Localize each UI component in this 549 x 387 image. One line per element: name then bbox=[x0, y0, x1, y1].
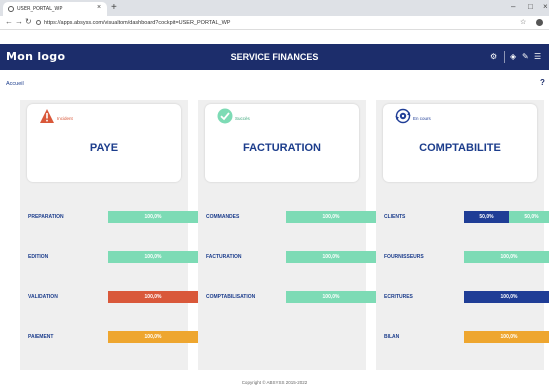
progress-segment: 100,0% bbox=[464, 291, 549, 303]
progress-row[interactable]: BILAN 100,0% bbox=[384, 330, 549, 344]
status-label: En cours bbox=[413, 116, 431, 121]
help-icon[interactable]: ? bbox=[540, 78, 545, 87]
status-label: Succès bbox=[235, 116, 250, 121]
progress-bar[interactable]: 100,0% bbox=[108, 211, 198, 223]
progress-segment: 100,0% bbox=[108, 331, 198, 343]
profile-icon[interactable] bbox=[536, 19, 543, 26]
reload-icon[interactable]: ↻ bbox=[25, 17, 32, 26]
progress-row-label: CLIENTS bbox=[384, 214, 406, 220]
bookmark-star-icon[interactable]: ☆ bbox=[520, 18, 526, 26]
url-input[interactable]: https://apps.absyss.com/visualtom/dashbo… bbox=[36, 18, 532, 28]
maximize-icon[interactable]: □ bbox=[528, 2, 533, 11]
url-text: https://apps.absyss.com/visualtom/dashbo… bbox=[44, 20, 231, 26]
progress-row[interactable]: FACTURATION 100,0% bbox=[206, 250, 376, 264]
tag-icon[interactable]: ◈ bbox=[510, 52, 516, 61]
close-window-icon[interactable]: × bbox=[543, 2, 548, 11]
new-tab-icon[interactable]: + bbox=[111, 2, 117, 13]
app-header: Mon logo SERVICE FINANCES ⚙ ◈ ✎ ☰ bbox=[0, 44, 549, 70]
progress-row-label: ECRITURES bbox=[384, 294, 413, 300]
progress-row[interactable]: COMMANDES 100,0% bbox=[206, 210, 376, 224]
progress-row-label: PREPARATION bbox=[28, 214, 64, 220]
minimize-icon[interactable]: – bbox=[511, 2, 515, 11]
forward-icon[interactable]: → bbox=[15, 17, 23, 26]
progress-bar[interactable]: 100,0% bbox=[286, 291, 376, 303]
breadcrumb[interactable]: Accueil bbox=[6, 81, 24, 87]
progress-bar[interactable]: 100,0% bbox=[286, 251, 376, 263]
browser-tab-bar: USER_PORTAL_WP × + – □ × bbox=[0, 0, 549, 16]
progress-bar[interactable]: 100,0% bbox=[286, 211, 376, 223]
panel-title: COMPTABILITE bbox=[419, 142, 501, 154]
progress-bar[interactable]: 100,0% bbox=[464, 291, 549, 303]
site-info-icon[interactable] bbox=[36, 20, 41, 26]
progress-segment: 100,0% bbox=[286, 291, 376, 303]
progress-bar[interactable]: 100,0% bbox=[108, 251, 198, 263]
progress-segment: 100,0% bbox=[286, 251, 376, 263]
progress-row-label: FACTURATION bbox=[206, 254, 242, 260]
progress-row-label: COMMANDES bbox=[206, 214, 240, 220]
sync-gear-icon bbox=[395, 108, 411, 124]
progress-bar[interactable]: 50,0% 50,0% bbox=[464, 211, 549, 223]
progress-segment: 100,0% bbox=[108, 211, 198, 223]
progress-bar[interactable]: 100,0% bbox=[464, 331, 549, 343]
progress-row[interactable]: VALIDATION 100,0% bbox=[28, 290, 198, 304]
progress-row-label: BILAN bbox=[384, 334, 400, 340]
panel-paye: Incident PAYE PREPARATION 100,0% EDITION 10… bbox=[20, 100, 198, 370]
settings-gear-icon[interactable]: ⚙ bbox=[490, 52, 497, 61]
progress-segment: 50,0% bbox=[509, 211, 549, 223]
progress-row-label: COMPTABILISATION bbox=[206, 294, 256, 300]
address-bar: ← → ↻ https://apps.absyss.com/visualtom/… bbox=[0, 16, 549, 30]
warning-triangle-icon bbox=[40, 109, 54, 123]
progress-row-label: VALIDATION bbox=[28, 294, 58, 300]
panel-title: PAYE bbox=[89, 142, 119, 154]
browser-tab[interactable]: USER_PORTAL_WP × bbox=[3, 2, 107, 16]
progress-row-label: FOURNISSEURS bbox=[384, 254, 424, 260]
progress-segment: 100,0% bbox=[286, 211, 376, 223]
panel-comptabilite: En cours COMPTABILITE CLIENTS 50,0% 50,0% F… bbox=[376, 100, 549, 370]
back-icon[interactable]: ← bbox=[5, 17, 13, 26]
tab-title: USER_PORTAL_WP bbox=[17, 6, 63, 12]
progress-row[interactable]: FOURNISSEURS 100,0% bbox=[384, 250, 549, 264]
progress-row[interactable]: CLIENTS 50,0% 50,0% bbox=[384, 210, 549, 224]
close-tab-icon[interactable]: × bbox=[97, 4, 101, 11]
progress-row-label: PAIEMENT bbox=[28, 334, 54, 340]
progress-bar[interactable]: 100,0% bbox=[108, 291, 198, 303]
progress-segment: 100,0% bbox=[108, 251, 198, 263]
panel-header-card[interactable]: En cours COMPTABILITE bbox=[383, 104, 537, 182]
header-divider bbox=[504, 51, 505, 63]
progress-segment: 100,0% bbox=[464, 251, 549, 263]
check-circle-icon bbox=[217, 108, 233, 124]
panel-title: FACTURATION bbox=[242, 142, 321, 154]
progress-segment: 100,0% bbox=[464, 331, 549, 343]
panel-facturation: Succès FACTURATION COMMANDES 100,0% FACTUR… bbox=[198, 100, 376, 370]
progress-bar[interactable]: 100,0% bbox=[464, 251, 549, 263]
status-label: Incident bbox=[57, 116, 73, 121]
progress-segment: 100,0% bbox=[108, 291, 198, 303]
panel-header-card[interactable]: Incident PAYE bbox=[27, 104, 181, 182]
tools-icon[interactable]: ✎ bbox=[522, 52, 529, 61]
progress-row[interactable]: PAIEMENT 100,0% bbox=[28, 330, 198, 344]
progress-bar[interactable]: 100,0% bbox=[108, 331, 198, 343]
panel-header-card[interactable]: Succès FACTURATION bbox=[205, 104, 359, 182]
progress-row[interactable]: ECRITURES 100,0% bbox=[384, 290, 549, 304]
page-title: SERVICE FINANCES bbox=[230, 52, 319, 62]
progress-row[interactable]: EDITION 100,0% bbox=[28, 250, 198, 264]
menu-icon[interactable]: ☰ bbox=[534, 52, 541, 61]
favicon-icon bbox=[8, 6, 14, 12]
progress-row[interactable]: COMPTABILISATION 100,0% bbox=[206, 290, 376, 304]
progress-row[interactable]: PREPARATION 100,0% bbox=[28, 210, 198, 224]
footer-copyright: Copyright © ABSYSS 2015-2022 bbox=[241, 380, 308, 385]
progress-row-label: EDITION bbox=[28, 254, 49, 260]
progress-segment: 50,0% bbox=[464, 211, 509, 223]
